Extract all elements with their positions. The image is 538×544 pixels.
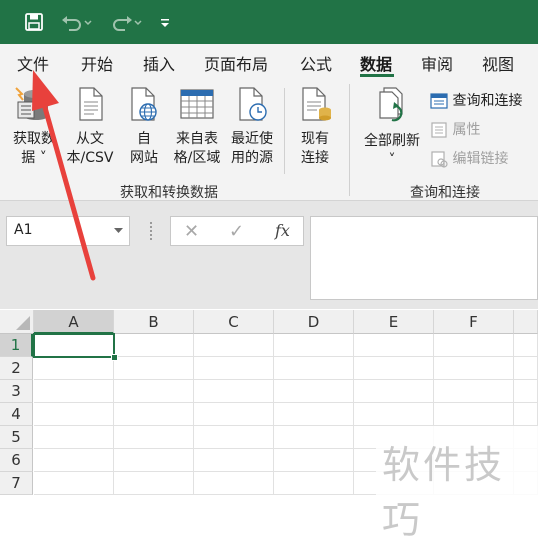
annotation-arrow — [32, 70, 96, 281]
